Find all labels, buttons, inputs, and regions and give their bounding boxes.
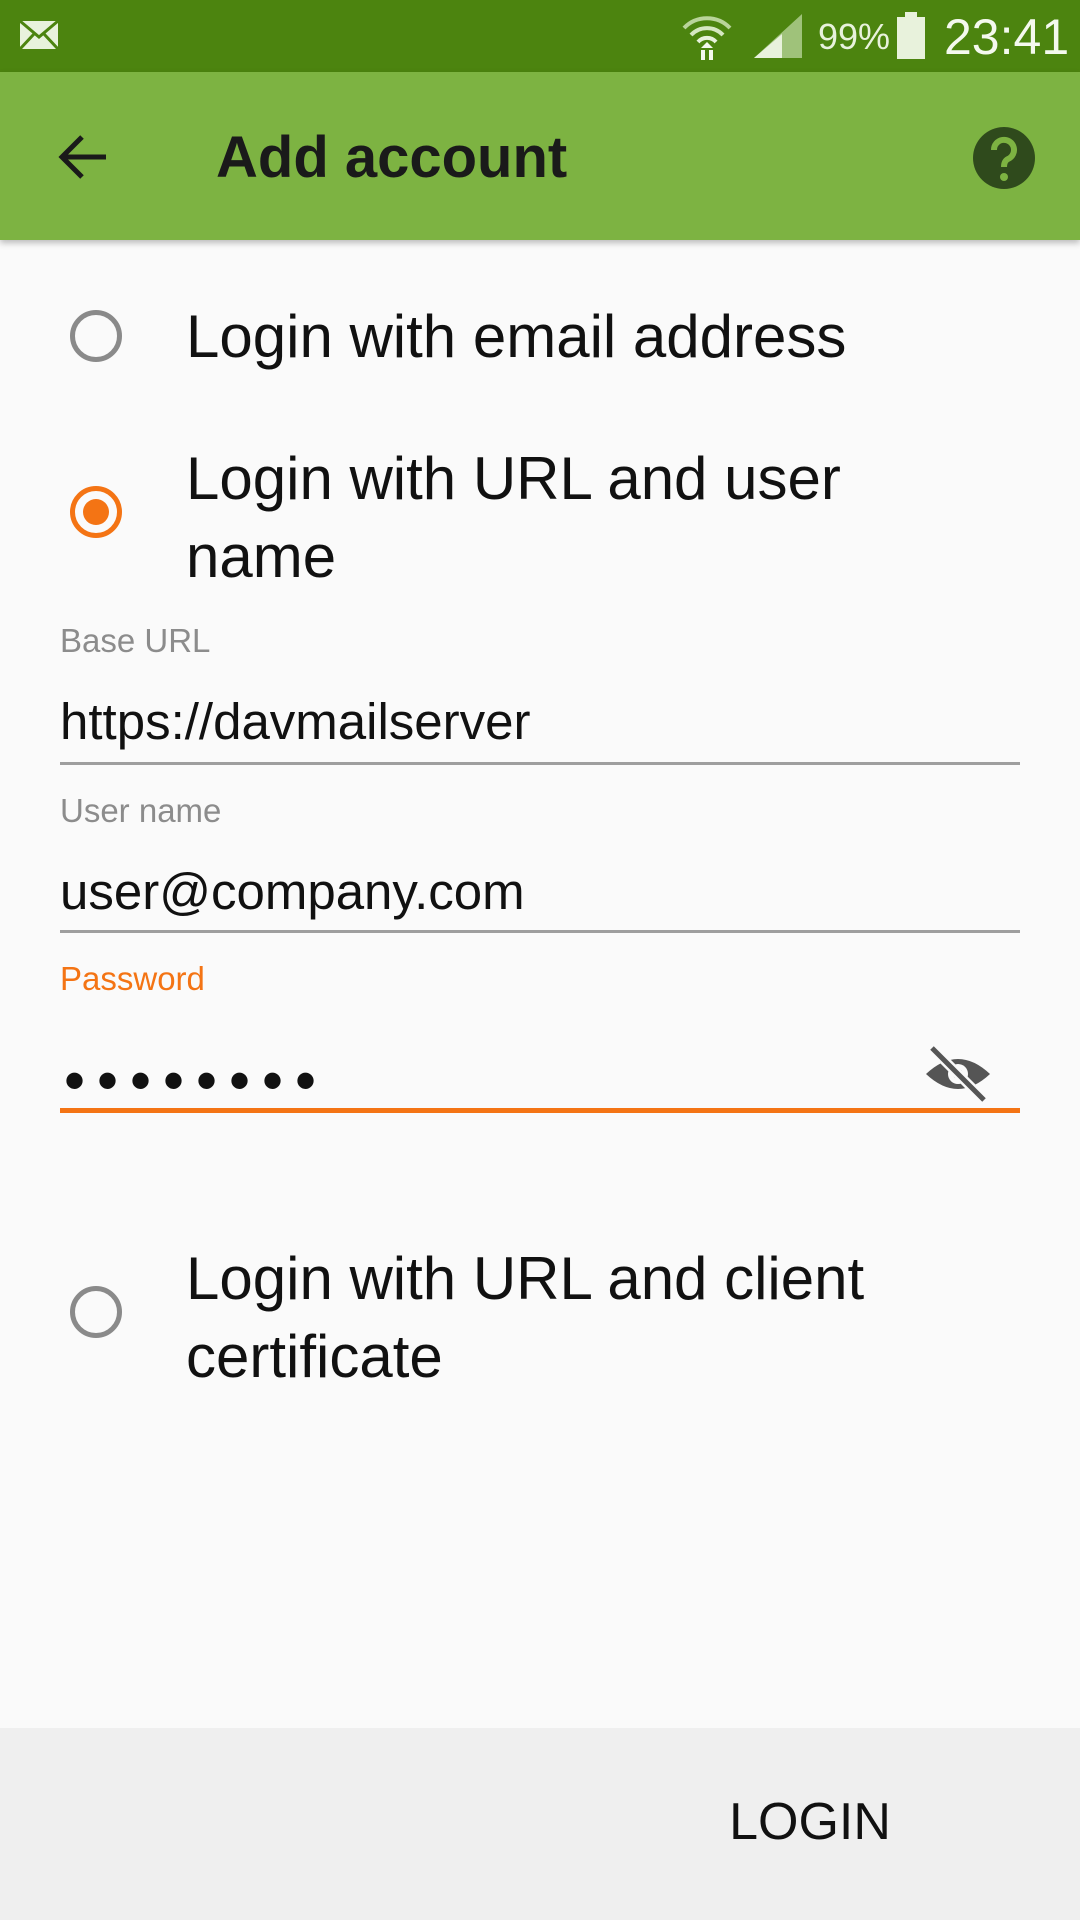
status-bar: 99% 23:41 bbox=[0, 0, 1080, 72]
wifi-icon bbox=[682, 16, 732, 60]
user-name-input[interactable]: user@company.com bbox=[60, 862, 525, 921]
arrow-back-icon[interactable] bbox=[48, 122, 118, 192]
base-url-input[interactable]: https://davmailserver bbox=[60, 692, 531, 751]
status-clock: 23:41 bbox=[944, 9, 1070, 65]
base-url-field[interactable]: Base URL https://davmailserver bbox=[60, 622, 1020, 766]
password-underline bbox=[60, 1108, 1020, 1113]
user-name-label: User name bbox=[60, 792, 222, 829]
option-login-url-cert[interactable]: Login with URL and client certificate bbox=[0, 1240, 1080, 1400]
option-login-url-user[interactable]: Login with URL and user name bbox=[0, 440, 1080, 600]
login-button[interactable]: LOGIN bbox=[710, 1772, 910, 1872]
option-label-url-user: Login with URL and user name bbox=[186, 445, 841, 590]
password-field[interactable]: Password •••••••• bbox=[60, 960, 1020, 1116]
base-url-underline bbox=[60, 762, 1020, 765]
radio-login-url-cert[interactable] bbox=[70, 1286, 122, 1338]
mail-icon bbox=[18, 19, 60, 51]
option-label-url-cert: Login with URL and client certificate bbox=[186, 1245, 865, 1390]
password-input[interactable]: •••••••• bbox=[64, 1046, 328, 1115]
base-url-label: Base URL bbox=[60, 622, 211, 659]
user-name-field[interactable]: User name user@company.com bbox=[60, 792, 1020, 936]
help-icon[interactable] bbox=[970, 124, 1038, 192]
battery-icon bbox=[897, 12, 925, 59]
battery-percentage: 99% bbox=[818, 16, 891, 57]
app-bar: Add account bbox=[0, 72, 1080, 240]
page-title: Add account bbox=[216, 125, 568, 190]
password-label: Password bbox=[60, 960, 205, 997]
option-login-email[interactable]: Login with email address bbox=[0, 300, 1080, 380]
user-name-underline bbox=[60, 930, 1020, 933]
radio-login-url-user[interactable] bbox=[70, 486, 122, 538]
radio-login-email[interactable] bbox=[70, 310, 122, 362]
option-label-email: Login with email address bbox=[186, 303, 847, 370]
visibility-off-icon[interactable] bbox=[922, 1044, 994, 1104]
bottom-bar: LOGIN bbox=[0, 1728, 1080, 1920]
signal-icon bbox=[754, 14, 802, 58]
